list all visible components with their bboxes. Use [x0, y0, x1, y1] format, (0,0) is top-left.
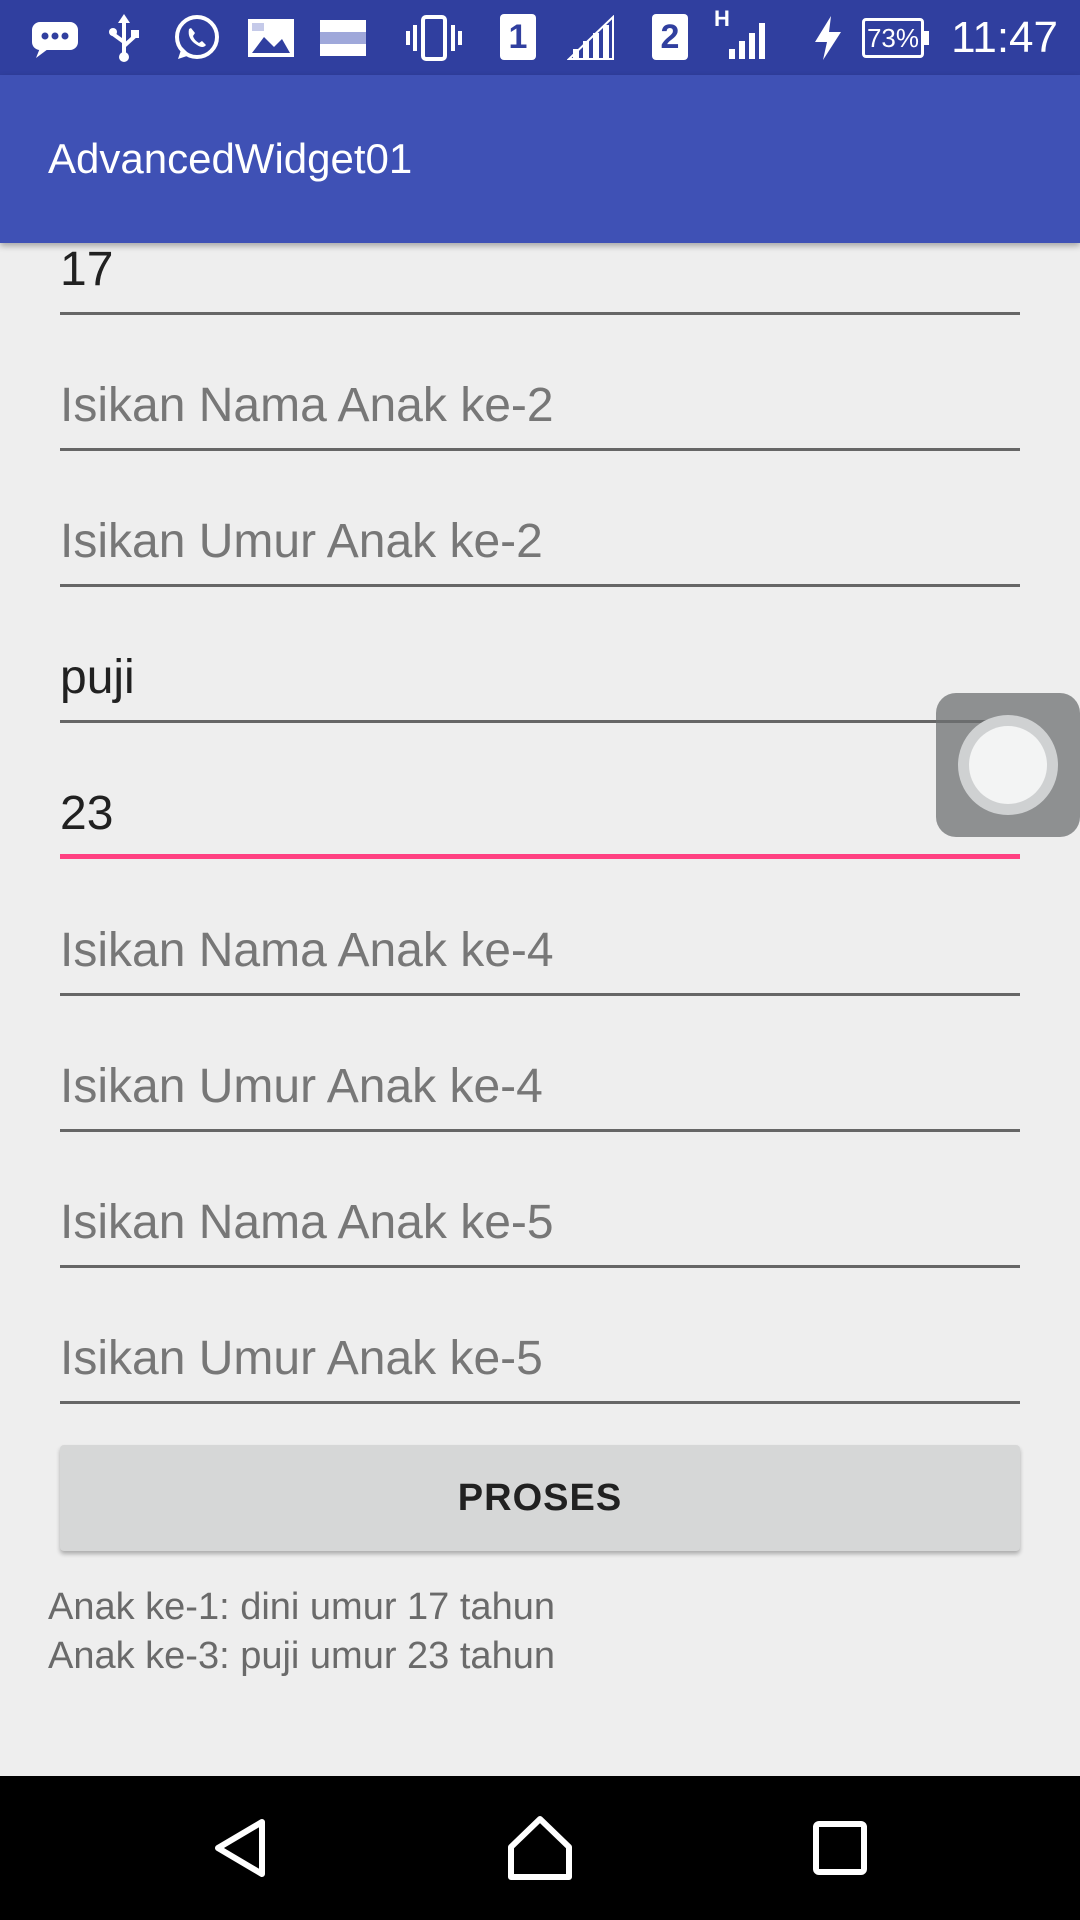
clock: 11:47 [951, 13, 1058, 62]
back-icon[interactable] [202, 1808, 282, 1888]
form-scroll-area[interactable]: 17 Isikan Nama Anak ke-2 Isikan Umur Ana… [0, 243, 1080, 1776]
sim1-badge: 1 [500, 14, 536, 60]
app-title: AdvancedWidget01 [48, 135, 413, 182]
child2-name-input[interactable]: Isikan Nama Anak ke-2 [60, 371, 1020, 451]
battery-icon: 73% [862, 18, 929, 58]
image-icon [316, 0, 370, 75]
vibrate-icon [404, 0, 464, 75]
image-icon [244, 0, 298, 75]
assistive-touch-core [969, 726, 1047, 804]
navigation-bar [0, 1776, 1080, 1920]
child5-age-input[interactable]: Isikan Umur Anak ke-5 [60, 1324, 1020, 1404]
signal-icon [722, 0, 772, 75]
child3-age-input[interactable]: 23 [60, 779, 1020, 859]
status-bar: 1 2 H 73% 11:47 [0, 0, 1080, 75]
recents-icon[interactable] [800, 1808, 880, 1888]
child4-age-input[interactable]: Isikan Umur Anak ke-4 [60, 1052, 1020, 1132]
child4-name-input[interactable]: Isikan Nama Anak ke-4 [60, 916, 1020, 996]
chat-icon [28, 0, 82, 75]
child5-name-input[interactable]: Isikan Nama Anak ke-5 [60, 1188, 1020, 1268]
child2-age-input[interactable]: Isikan Umur Anak ke-2 [60, 507, 1020, 587]
result-text: Anak ke-1: dini umur 17 tahun Anak ke-3:… [48, 1583, 1028, 1681]
sim2-badge: 2 [652, 14, 688, 60]
whatsapp-icon [170, 0, 224, 75]
charging-icon [808, 0, 848, 75]
app-bar: AdvancedWidget01 [0, 75, 1080, 243]
result-line: Anak ke-1: dini umur 17 tahun [48, 1586, 555, 1628]
home-icon[interactable] [500, 1808, 580, 1888]
child1-age-input[interactable]: 17 [60, 243, 1020, 315]
process-button[interactable]: PROSES [60, 1445, 1020, 1551]
result-line: Anak ke-3: puji umur 23 tahun [48, 1635, 555, 1677]
signal-icon [566, 0, 616, 75]
usb-icon [104, 0, 144, 75]
assistive-touch-button[interactable] [936, 693, 1080, 837]
child3-name-input[interactable]: puji [60, 643, 1020, 723]
